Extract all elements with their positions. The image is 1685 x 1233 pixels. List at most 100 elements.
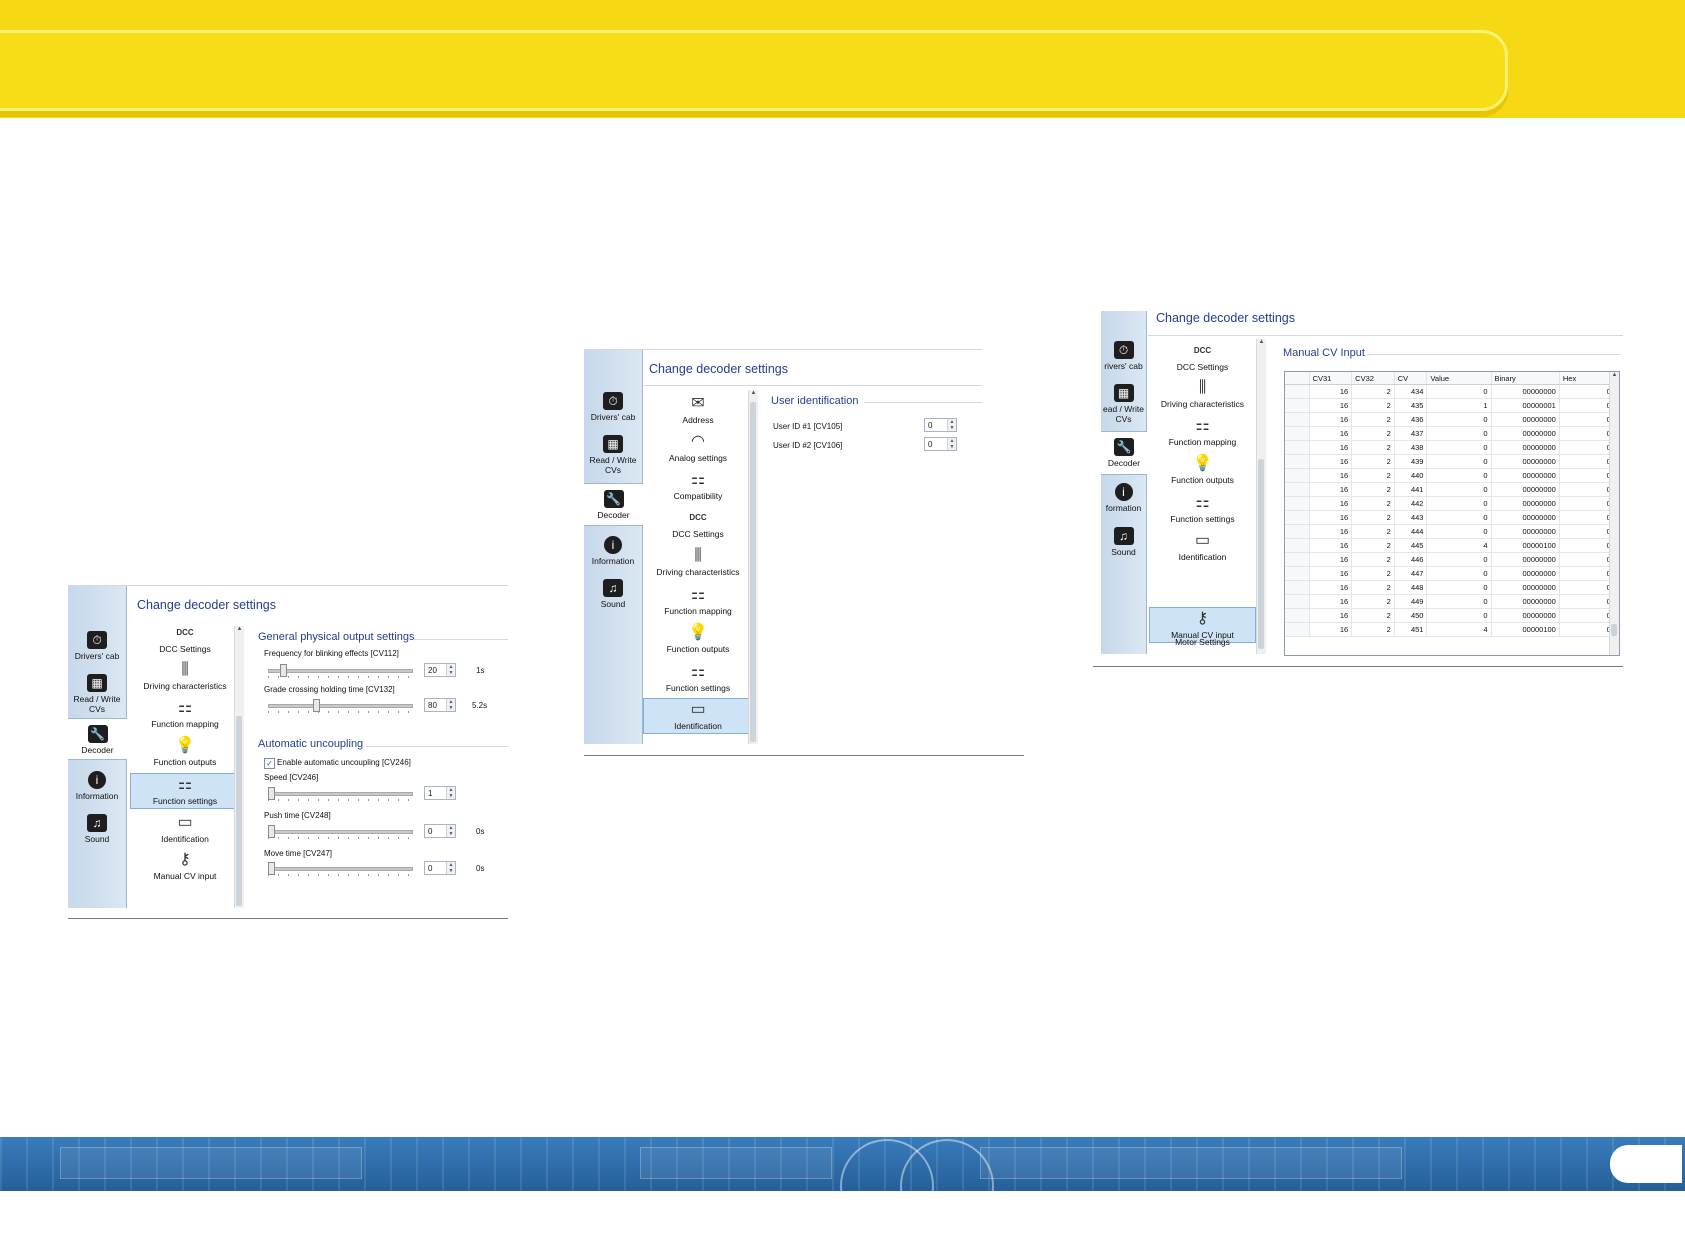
row-header[interactable] xyxy=(1285,482,1310,497)
column-header[interactable]: Value xyxy=(1426,372,1492,385)
table-cell[interactable]: 16 xyxy=(1309,524,1353,539)
table-cell[interactable]: 00000100 xyxy=(1491,538,1560,553)
table-cell[interactable]: 16 xyxy=(1309,566,1353,581)
table-cell[interactable]: 16 xyxy=(1309,580,1353,595)
table-row[interactable]: 16243600000000000 xyxy=(1285,412,1619,427)
category-function-settings[interactable]: ⚏ Function settings xyxy=(643,663,753,693)
table-cell[interactable]: 2 xyxy=(1351,538,1395,553)
table-cell[interactable]: 2 xyxy=(1351,510,1395,525)
table-cell[interactable]: 00000000 xyxy=(1491,384,1560,399)
speed-input[interactable]: 1 ▲ ▼ xyxy=(424,786,456,800)
table-cell[interactable]: 1 xyxy=(1426,398,1492,413)
row-header[interactable] xyxy=(1285,524,1310,539)
nav-sound[interactable]: ♫ Sound xyxy=(584,579,642,609)
user-id-2-input[interactable]: 0 ▲ ▼ xyxy=(924,437,957,451)
move-time-slider[interactable] xyxy=(268,862,413,876)
table-cell[interactable]: 4 xyxy=(1426,622,1492,637)
table-cell[interactable]: 00000000 xyxy=(1491,608,1560,623)
table-row[interactable]: 16244200000000000 xyxy=(1285,496,1619,511)
row-header[interactable] xyxy=(1285,496,1310,511)
spinner-arrows-icon[interactable]: ▲ ▼ xyxy=(446,825,455,837)
category-function-settings[interactable]: ⚏ Function settings xyxy=(130,773,240,809)
category-function-outputs[interactable]: 💡 Function outputs xyxy=(1149,455,1256,485)
category-manual-cv-input[interactable]: ⚷ Manual CV input xyxy=(130,851,240,881)
table-cell[interactable]: 16 xyxy=(1309,622,1353,637)
category-scrollbar[interactable]: ▲ xyxy=(234,626,244,908)
user-id-1-input[interactable]: 0 ▲ ▼ xyxy=(924,418,957,432)
spinner-arrows-icon[interactable]: ▲ ▼ xyxy=(446,787,455,799)
column-header[interactable]: CV32 xyxy=(1351,372,1395,385)
table-row[interactable]: 16244900000000000 xyxy=(1285,594,1619,609)
column-header[interactable]: CV31 xyxy=(1309,372,1353,385)
table-row[interactable]: 16244600000000000 xyxy=(1285,552,1619,567)
row-header[interactable] xyxy=(1285,580,1310,595)
table-row[interactable]: 16245000000000000 xyxy=(1285,608,1619,623)
row-header[interactable] xyxy=(1285,594,1310,609)
table-cell[interactable]: 16 xyxy=(1309,538,1353,553)
scroll-up-arrow-icon[interactable]: ▲ xyxy=(235,626,244,635)
slider-knob[interactable] xyxy=(312,699,320,712)
table-cell[interactable]: 442 xyxy=(1394,496,1428,511)
table-cell[interactable]: 16 xyxy=(1309,412,1353,427)
table-row[interactable]: 16243700000000000 xyxy=(1285,426,1619,441)
category-function-mapping[interactable]: ⚏ Function mapping xyxy=(643,586,753,616)
table-cell[interactable]: 00000000 xyxy=(1491,510,1560,525)
table-cell[interactable]: 2 xyxy=(1351,384,1395,399)
table-row[interactable]: 16245140000010004 xyxy=(1285,622,1619,637)
table-cell[interactable]: 00000100 xyxy=(1491,622,1560,637)
category-function-settings[interactable]: ⚏ Function settings xyxy=(1149,494,1256,524)
table-row[interactable]: 16244540000010004 xyxy=(1285,538,1619,553)
table-cell[interactable]: 2 xyxy=(1351,566,1395,581)
nav-decoder[interactable]: 🔧 Decoder xyxy=(584,483,643,526)
row-header[interactable] xyxy=(1285,468,1310,483)
table-row[interactable]: 16243900000000000 xyxy=(1285,454,1619,469)
table-row[interactable]: 16244100000000000 xyxy=(1285,482,1619,497)
table-cell[interactable]: 16 xyxy=(1309,608,1353,623)
row-header[interactable] xyxy=(1285,398,1310,413)
table-cell[interactable]: 16 xyxy=(1309,398,1353,413)
table-cell[interactable]: 2 xyxy=(1351,580,1395,595)
table-scrollbar[interactable]: ▲ xyxy=(1609,372,1619,655)
table-cell[interactable]: 451 xyxy=(1394,622,1428,637)
scroll-up-arrow-icon[interactable]: ▲ xyxy=(749,390,758,399)
table-cell[interactable]: 00000000 xyxy=(1491,468,1560,483)
table-cell[interactable]: 2 xyxy=(1351,482,1395,497)
table-cell[interactable]: 0 xyxy=(1426,510,1492,525)
row-header[interactable] xyxy=(1285,412,1310,427)
table-cell[interactable]: 16 xyxy=(1309,552,1353,567)
table-cell[interactable]: 16 xyxy=(1309,496,1353,511)
category-driving-characteristics[interactable]: ⫼ Driving characteristics xyxy=(643,547,753,577)
push-time-input[interactable]: 0 ▲ ▼ xyxy=(424,824,456,838)
table-cell[interactable]: 0 xyxy=(1426,594,1492,609)
table-cell[interactable]: 2 xyxy=(1351,622,1395,637)
nav-sound[interactable]: ♫ Sound xyxy=(68,814,126,844)
scrollbar-thumb[interactable] xyxy=(1611,624,1617,636)
category-function-mapping[interactable]: ⚏ Function mapping xyxy=(1149,417,1256,447)
nav-information[interactable]: i Information xyxy=(584,536,642,566)
table-cell[interactable]: 436 xyxy=(1394,412,1428,427)
row-header[interactable] xyxy=(1285,384,1310,399)
table-cell[interactable]: 00000000 xyxy=(1491,426,1560,441)
nav-sound[interactable]: ♫ Sound xyxy=(1101,527,1146,557)
category-analog-settings[interactable]: ◠ Analog settings xyxy=(643,433,753,463)
table-cell[interactable]: 16 xyxy=(1309,440,1353,455)
category-function-mapping[interactable]: ⚏ Function mapping xyxy=(130,699,240,729)
nav-read-write-cvs[interactable]: ▦ ead / Write CVs xyxy=(1101,384,1146,424)
table-cell[interactable]: 2 xyxy=(1351,552,1395,567)
table-cell[interactable]: 00000000 xyxy=(1491,566,1560,581)
nav-drivers-cab[interactable]: ⏱ Drivers' cab xyxy=(584,392,642,422)
table-row[interactable]: 16243800000000000 xyxy=(1285,440,1619,455)
table-cell[interactable]: 437 xyxy=(1394,426,1428,441)
table-cell[interactable]: 0 xyxy=(1426,412,1492,427)
table-cell[interactable]: 435 xyxy=(1394,398,1428,413)
table-cell[interactable]: 434 xyxy=(1394,384,1428,399)
enable-uncoupling-checkbox[interactable]: ✓ xyxy=(264,758,275,769)
table-cell[interactable]: 00000001 xyxy=(1491,398,1560,413)
table-cell[interactable]: 448 xyxy=(1394,580,1428,595)
category-compatibility[interactable]: ⚏ Compatibility xyxy=(643,471,753,501)
table-cell[interactable]: 00000000 xyxy=(1491,594,1560,609)
table-cell[interactable]: 16 xyxy=(1309,426,1353,441)
table-cell[interactable]: 0 xyxy=(1426,426,1492,441)
table-cell[interactable]: 0 xyxy=(1426,580,1492,595)
table-cell[interactable]: 2 xyxy=(1351,468,1395,483)
